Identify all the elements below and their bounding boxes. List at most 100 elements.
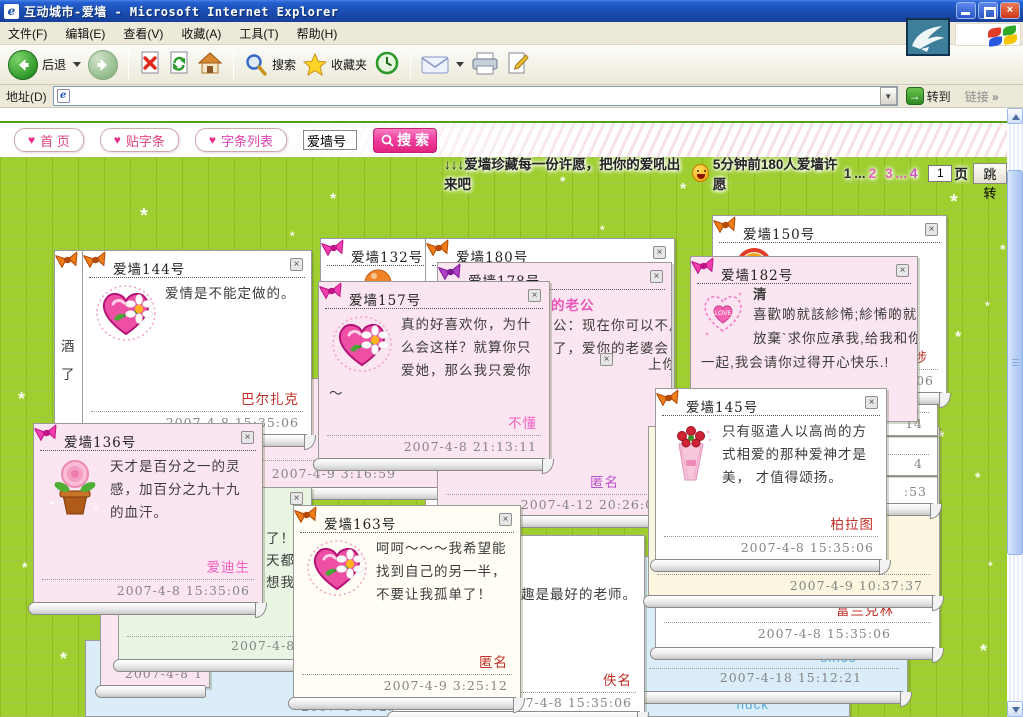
toolbar-separator (128, 51, 129, 79)
window-title: 互动城市-爱墙 - Microsoft Internet Explorer (24, 3, 338, 20)
card-close-icon[interactable]: × (241, 431, 254, 444)
note-card-144[interactable]: 爱墙144号 × 爱情是不能定做的。 巴尔扎克 2007-4-8 15:35:0… (82, 250, 312, 437)
page-number-input[interactable] (928, 165, 952, 182)
marquee-banner: ↓↓↓爱墙珍藏每一份许愿，把你的爱吼出来吧 5分钟前180人爱墙许愿 1...2… (444, 160, 1007, 186)
page-link-3[interactable]: 3 (885, 166, 893, 181)
favorites-button[interactable]: 收藏夹 (303, 53, 367, 77)
windows-flag-icon (988, 26, 1018, 45)
nav-post-note-button[interactable]: ♥ 贴字条 (100, 128, 179, 152)
back-button[interactable]: 后退 (8, 50, 81, 80)
address-label: 地址(D) (6, 88, 47, 105)
go-arrow-icon: → (906, 87, 924, 105)
note-card-145[interactable]: 爱墙145号 × 只有驱遣人以高尚的方式相爱的那种爱神才是美， 才值得颂扬。 柏… (655, 388, 887, 562)
wall-search-button[interactable]: 搜 索 (373, 128, 437, 153)
heart-icon: ♥ (114, 133, 121, 147)
flower-sparkle-icon: * (18, 389, 25, 410)
marquee-count-text: 5分钟前180人爱墙许愿 (713, 157, 841, 193)
page-link-1[interactable]: 1 (844, 166, 852, 181)
mail-button[interactable] (421, 55, 464, 75)
flower-sparkle-icon: * (290, 229, 295, 243)
marquee-text: ↓↓↓爱墙珍藏每一份许愿，把你的爱吼出来吧 (444, 157, 688, 193)
scroll-down-icon[interactable] (1007, 701, 1023, 717)
note-card-136[interactable]: 爱墙136号 × 天才是百分之一的灵感，加百分之九十九的血汗。 爱迪生 2007… (33, 423, 263, 605)
edit-button[interactable] (506, 51, 530, 78)
home-button[interactable] (197, 51, 223, 78)
flower-sparkle-icon: * (950, 191, 958, 214)
address-input[interactable] (74, 87, 874, 105)
scroll-up-icon[interactable] (1007, 108, 1023, 124)
page-label: 页 (954, 163, 968, 183)
menu-tools[interactable]: 工具(T) (239, 25, 278, 42)
flower-sparkle-icon: * (985, 299, 990, 313)
flower-sparkle-icon: * (988, 559, 993, 573)
card-close-icon[interactable]: × (290, 258, 303, 271)
page-icon: e (57, 89, 70, 103)
ie-app-icon: e (4, 4, 19, 19)
flower-sparkle-icon: * (980, 641, 987, 662)
nav-home-button[interactable]: ♥ 首 页 (14, 128, 84, 152)
site-nav: ♥ 首 页 ♥ 贴字条 ♥ 字条列表 搜 索 (0, 123, 1007, 157)
stop-button[interactable] (139, 50, 161, 79)
refresh-button[interactable] (168, 50, 190, 79)
card-title: 爱墙163号 (300, 506, 514, 533)
flower-sparkle-icon: * (60, 649, 67, 670)
note-card-157[interactable]: 爱墙157号 × 真的好喜欢你，为什么会这样？就算你只爱她，那么我只爱你～ 不懂… (318, 281, 550, 461)
minimize-button[interactable] (956, 2, 976, 19)
heart-icon: ♥ (28, 133, 35, 147)
flower-sparkle-icon: * (22, 559, 27, 575)
card-close-icon[interactable]: × (865, 396, 878, 409)
card-title: 爱墙144号 (89, 251, 305, 278)
heart-flower-icon (331, 315, 393, 380)
card-close-icon[interactable]: × (499, 513, 512, 526)
jump-button[interactable]: 跳转 (973, 163, 1007, 184)
laughing-face-icon (692, 164, 709, 182)
address-dropdown-icon[interactable]: ▼ (880, 87, 897, 105)
toolbar: 后退 搜索 收藏夹 (0, 45, 1023, 85)
back-dropdown-icon[interactable] (73, 62, 81, 67)
menu-bar: 文件(F) 编辑(E) 查看(V) 收藏(A) 工具(T) 帮助(H) (0, 22, 1023, 45)
flower-sparkle-icon: * (975, 469, 980, 485)
address-input-wrap: e ▼ (53, 86, 898, 106)
search-toolbar-button[interactable]: 搜索 (244, 53, 296, 77)
page-link-2[interactable]: 2 (869, 166, 877, 181)
flower-sparkle-icon: * (330, 191, 336, 209)
links-chevron-icon: » (992, 90, 999, 104)
page-link-4[interactable]: 4 (910, 166, 918, 181)
menu-edit[interactable]: 编辑(E) (65, 25, 105, 42)
history-button[interactable] (374, 50, 400, 79)
card-close-icon[interactable]: × (600, 353, 613, 366)
go-button[interactable]: → 转到 (906, 87, 951, 105)
flower-sparkle-icon: * (1000, 241, 1005, 257)
forward-button[interactable] (88, 50, 118, 80)
close-button[interactable]: × (1000, 2, 1020, 19)
card-title: 爱墙157号 (325, 282, 543, 309)
vertical-scrollbar[interactable] (1007, 108, 1023, 717)
magnifier-icon (381, 134, 394, 147)
heart-icon: ♥ (209, 133, 216, 147)
toolbar-separator (233, 51, 234, 79)
menu-view[interactable]: 查看(V) (123, 25, 163, 42)
card-title: 爱墙150号 (719, 216, 940, 243)
card-close-icon[interactable]: × (653, 246, 666, 259)
mail-dropdown-icon[interactable] (456, 62, 464, 67)
flower-sparkle-icon: * (140, 205, 148, 228)
flower-bouquet-icon (668, 422, 714, 491)
menu-help[interactable]: 帮助(H) (297, 25, 338, 42)
note-card-163[interactable]: 爱墙163号 × 呵呵～～～我希望能找到自己的另一半，不要让我孤单了！ 匿名 2… (293, 505, 521, 700)
rose-pot-icon (46, 457, 102, 524)
title-bar: e 互动城市-爱墙 - Microsoft Internet Explorer … (0, 0, 1023, 22)
wall-number-input[interactable] (303, 130, 357, 150)
nav-note-list-button[interactable]: ♥ 字条列表 (195, 128, 287, 152)
card-close-icon[interactable]: × (925, 223, 938, 236)
scrollbar-thumb[interactable] (1007, 170, 1023, 555)
print-button[interactable] (471, 51, 499, 78)
heart-flower-icon (95, 284, 157, 349)
toolbar-separator (410, 51, 411, 79)
menu-favorites[interactable]: 收藏(A) (181, 25, 221, 42)
throbber-panel (955, 23, 1021, 46)
links-label[interactable]: 链接 » (965, 88, 999, 105)
card-close-icon[interactable]: × (528, 289, 541, 302)
restore-button[interactable] (978, 2, 998, 19)
card-title: 爱墙145号 (662, 389, 880, 416)
menu-file[interactable]: 文件(F) (8, 25, 47, 42)
